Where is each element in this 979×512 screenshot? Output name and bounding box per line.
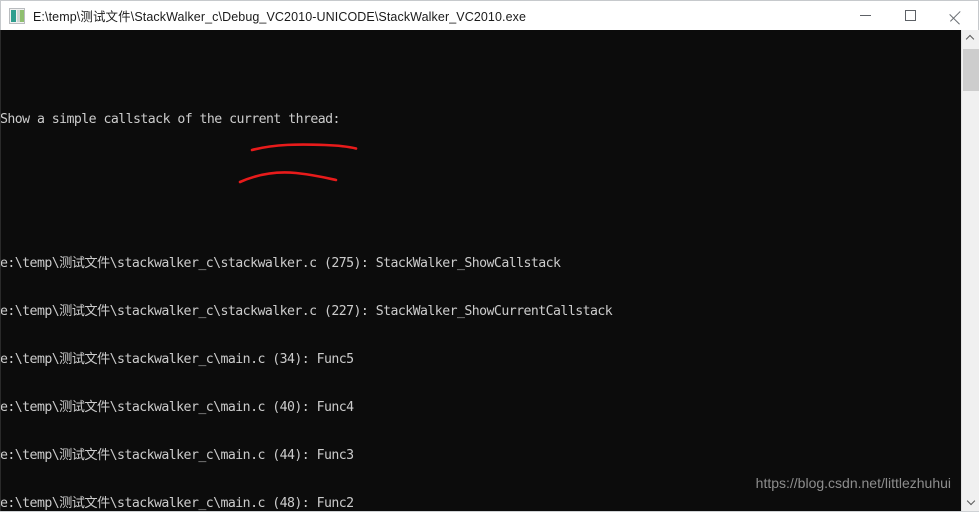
console-line: e:\temp\测试文件\stackwalker_c\stackwalker.c…: [0, 256, 561, 271]
title-bar[interactable]: E:\temp\测试文件\StackWalker_c\Debug_VC2010-…: [0, 0, 979, 30]
console-line: e:\temp\测试文件\stackwalker_c\main.c (34): …: [0, 352, 354, 367]
window-left-border: [0, 30, 1, 512]
console-line: e:\temp\测试文件\stackwalker_c\main.c (48): …: [0, 496, 354, 511]
console-line: e:\temp\测试文件\stackwalker_c\stackwalker.c…: [0, 304, 613, 319]
console-line: e:\temp\测试文件\stackwalker_c\main.c (40): …: [0, 400, 354, 415]
scrollbar-thumb[interactable]: [963, 49, 979, 91]
vertical-scrollbar[interactable]: [961, 30, 979, 512]
scroll-up-button[interactable]: [962, 30, 979, 47]
watermark-text: https://blog.csdn.net/littlezhuhui: [755, 475, 951, 491]
console-text-block: Show a simple callstack of the current t…: [0, 80, 950, 511]
console-app-icon: [9, 7, 25, 24]
minimize-icon: [860, 14, 871, 16]
scrollbar-track[interactable]: [962, 47, 979, 495]
chevron-up-icon: [967, 35, 974, 42]
console-line: e:\temp\测试文件\stackwalker_c\main.c (44): …: [0, 448, 354, 463]
console-line: Show a simple callstack of the current t…: [0, 112, 340, 127]
console-output-area[interactable]: Show a simple callstack of the current t…: [0, 30, 979, 511]
window-controls: [843, 1, 978, 31]
console-window: E:\temp\测试文件\StackWalker_c\Debug_VC2010-…: [0, 0, 979, 512]
maximize-icon: [905, 9, 916, 21]
maximize-button[interactable]: [888, 1, 933, 30]
chevron-down-icon: [967, 500, 974, 507]
scroll-down-button[interactable]: [962, 495, 979, 512]
window-title: E:\temp\测试文件\StackWalker_c\Debug_VC2010-…: [33, 10, 527, 24]
minimize-button[interactable]: [843, 1, 888, 30]
close-icon: [950, 9, 962, 21]
close-button[interactable]: [933, 1, 978, 30]
